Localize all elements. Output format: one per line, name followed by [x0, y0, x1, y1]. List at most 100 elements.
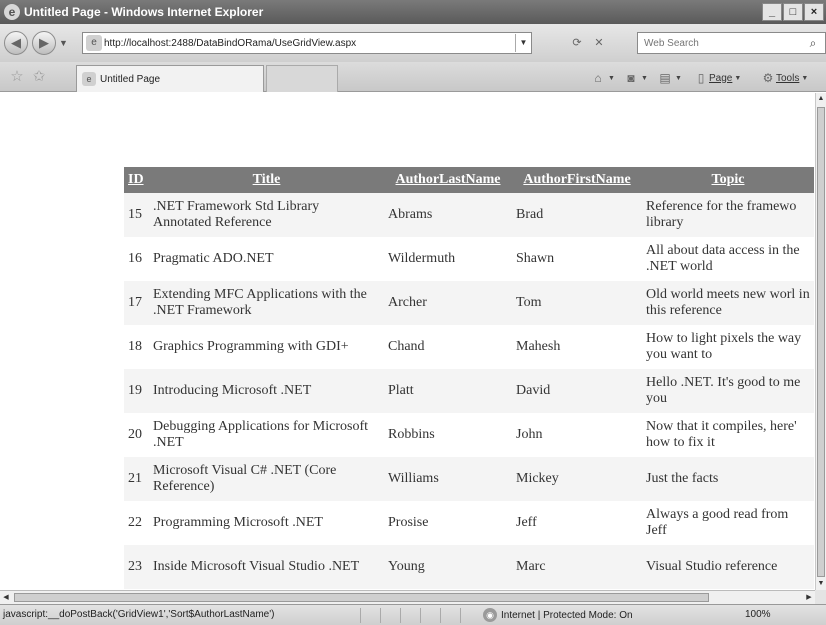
- zone-label: Internet | Protected Mode: On: [501, 609, 633, 621]
- page-menu-button[interactable]: ▯ Page ▼: [693, 70, 746, 86]
- recent-pages-dropdown[interactable]: ▼: [59, 38, 68, 48]
- feeds-button[interactable]: ◙ ▼: [623, 70, 653, 86]
- add-favorites-icon[interactable]: ✩: [30, 68, 48, 86]
- sort-link-author-last-name[interactable]: AuthorLastName: [384, 167, 512, 193]
- window-title: Untitled Page - Windows Internet Explore…: [24, 5, 264, 19]
- chevron-down-icon: ▼: [801, 74, 809, 82]
- sort-link-id[interactable]: ID: [124, 167, 149, 193]
- cell-author-last-name: Prosise: [388, 515, 429, 530]
- cell-author-last-name: Platt: [384, 369, 512, 413]
- page-menu-label: Page: [709, 72, 733, 84]
- table-row: 21 Microsoft Visual C# .NET (Core Refere…: [124, 457, 814, 501]
- cell-topic: Old world meets new worl in this referen…: [642, 281, 814, 325]
- table-row: 22 Programming Microsoft .NET Prosise Je…: [124, 501, 814, 545]
- cell-author-first-name: David: [512, 369, 642, 413]
- cell-author-first-name: Shawn: [516, 251, 555, 266]
- tools-menu-label: Tools: [776, 72, 800, 84]
- chevron-down-icon: ▼: [608, 74, 615, 82]
- scroll-right-icon[interactable]: ▶: [803, 591, 815, 604]
- cell-author-last-name: Abrams: [384, 193, 512, 237]
- internet-zone-icon: ◉: [483, 608, 497, 622]
- vertical-scrollbar[interactable]: ▲ ▼: [815, 93, 826, 590]
- vertical-scroll-thumb[interactable]: [817, 107, 825, 577]
- cell-topic: Reference for the framewo library: [642, 193, 814, 237]
- tab-command-bar: ☆ ✩ e Untitled Page ⌂ ▼ ◙ ▼ ▤ ▼ ▯ Page ▼ ⚙ Too…: [0, 62, 826, 92]
- back-arrow-icon[interactable]: ◀: [4, 31, 28, 55]
- tools-gear-icon: ⚙: [762, 71, 774, 85]
- cell-id: 15: [124, 193, 149, 237]
- tools-menu-button[interactable]: ⚙ Tools ▼: [760, 70, 813, 86]
- grid-header-row: ID Title AuthorLastName AuthorFirstName …: [124, 167, 814, 193]
- cell-id: 21: [124, 457, 149, 501]
- scroll-up-icon[interactable]: ▲: [816, 93, 826, 105]
- cell-id: 23: [124, 545, 149, 589]
- maximize-button[interactable]: □: [783, 3, 803, 21]
- table-row: 17 Extending MFC Applications with the .…: [124, 281, 814, 325]
- tab-untitled-page[interactable]: e Untitled Page: [76, 65, 264, 92]
- address-bar[interactable]: e http://localhost:2488/DataBindORama/Us…: [82, 32, 532, 54]
- cell-author-first-name: Brad: [512, 193, 642, 237]
- window-controls: _ □ ×: [762, 3, 824, 21]
- zoom-level[interactable]: 100%: [745, 609, 771, 620]
- sort-link-author-first-name[interactable]: AuthorFirstName: [512, 167, 642, 193]
- print-button[interactable]: ▤ ▼: [657, 70, 687, 86]
- status-text: javascript:__doPostBack('GridView1','Sor…: [3, 609, 275, 620]
- tab-favicon-icon: e: [82, 72, 96, 86]
- cell-author-last-name: Robbins: [388, 427, 435, 442]
- cell-title: .NET Framework Std Library Annotated Ref…: [149, 193, 384, 237]
- search-icon[interactable]: ⌕: [801, 33, 825, 53]
- refresh-icon[interactable]: ⟳: [568, 35, 586, 51]
- scrollbar-corner: [815, 590, 826, 604]
- search-input[interactable]: [638, 37, 801, 49]
- status-bar: javascript:__doPostBack('GridView1','Sor…: [0, 604, 826, 625]
- feeds-icon: ◙: [627, 71, 635, 85]
- stop-icon[interactable]: ✕: [590, 35, 608, 51]
- cell-topic: Always a good read from Jeff: [646, 507, 789, 538]
- cell-title: Debugging Applications for Microsoft .NE…: [153, 419, 369, 450]
- sort-link-topic[interactable]: Topic: [642, 167, 814, 193]
- home-button[interactable]: ⌂ ▼: [590, 70, 620, 86]
- favorites-star-icon[interactable]: ☆: [8, 68, 26, 86]
- minimize-button[interactable]: _: [762, 3, 782, 21]
- cell-title: Microsoft Visual C# .NET (Core Reference…: [149, 457, 384, 501]
- horizontal-scroll-thumb[interactable]: [14, 593, 709, 602]
- new-tab-button[interactable]: [266, 65, 338, 92]
- status-segment: [420, 608, 438, 623]
- cell-author-first-name: Tom: [512, 281, 642, 325]
- table-row: 19 Introducing Microsoft .NET Platt Davi…: [124, 369, 814, 413]
- status-segment: [400, 608, 418, 623]
- forward-arrow-icon[interactable]: ▶: [32, 31, 56, 55]
- scroll-left-icon[interactable]: ◀: [0, 591, 12, 604]
- cell-author-first-name: Jeff: [516, 515, 537, 530]
- status-segment: [440, 608, 458, 623]
- page-favicon-icon: e: [86, 35, 102, 51]
- cell-title: Extending MFC Applications with the .NET…: [149, 281, 384, 325]
- cell-title: Inside Microsoft Visual Studio .NET: [149, 545, 384, 589]
- cell-id: 20: [128, 427, 142, 442]
- scroll-down-icon[interactable]: ▼: [816, 578, 826, 590]
- address-dropdown-button[interactable]: ▼: [515, 34, 531, 52]
- address-toolbar: ◀ ▶ ▼ e http://localhost:2488/DataBindOR…: [0, 24, 826, 62]
- security-zone[interactable]: ◉ Internet | Protected Mode: On: [483, 608, 633, 622]
- horizontal-scrollbar[interactable]: ◀ ▶: [0, 590, 815, 604]
- search-box[interactable]: ⌕: [637, 32, 826, 54]
- cell-author-first-name: Mickey: [512, 457, 642, 501]
- cell-author-last-name: Young: [384, 545, 512, 589]
- url-text[interactable]: http://localhost:2488/DataBindORama/UseG…: [104, 38, 515, 49]
- cell-topic: All about data access in the .NET world: [646, 243, 800, 274]
- cell-id: 18: [128, 339, 142, 354]
- cell-author-first-name: Marc: [512, 545, 642, 589]
- chevron-down-icon: ▼: [734, 74, 742, 82]
- cell-author-last-name: Chand: [388, 339, 425, 354]
- status-segment: [360, 608, 378, 623]
- print-icon: ▤: [659, 71, 671, 85]
- status-segment: [380, 608, 398, 623]
- cell-author-first-name: John: [516, 427, 543, 442]
- cell-topic: Now that it compiles, here' how to fix i…: [646, 419, 797, 450]
- chevron-down-icon: ▼: [641, 74, 648, 82]
- page-content: ID Title AuthorLastName AuthorFirstName …: [0, 93, 815, 590]
- sort-link-title[interactable]: Title: [149, 167, 384, 193]
- cell-author-last-name: Williams: [384, 457, 512, 501]
- close-button[interactable]: ×: [804, 3, 824, 21]
- cell-id: 17: [124, 281, 149, 325]
